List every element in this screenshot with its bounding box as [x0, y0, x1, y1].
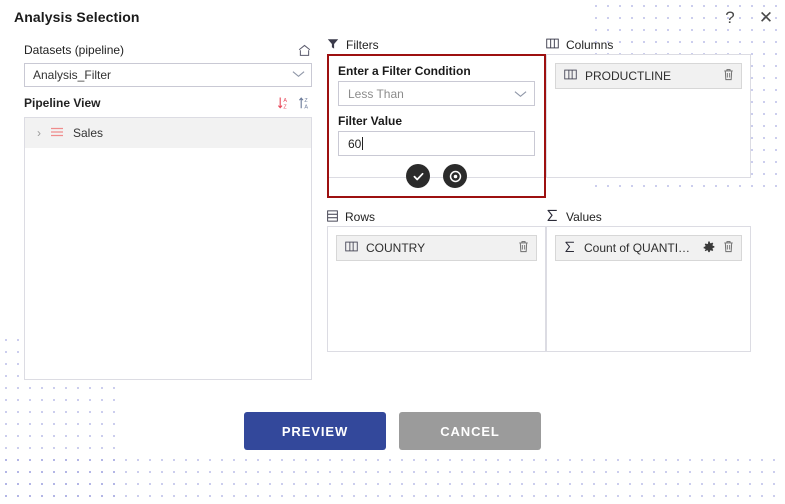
columns-heading: Columns	[546, 36, 751, 54]
svg-text:Z: Z	[304, 98, 308, 104]
sort-controls: A Z Z A	[277, 96, 312, 110]
expand-chevron-icon[interactable]: ›	[37, 127, 41, 139]
columns-body: PRODUCTLINE	[546, 54, 751, 178]
list-item-label: Count of QUANTITYOR...	[584, 241, 695, 255]
dataset-select[interactable]: Analysis_Filter	[24, 63, 312, 87]
list-lines-icon	[50, 126, 64, 141]
filters-body: Enter a Filter Condition Less Than Filte…	[327, 54, 546, 188]
svg-text:A: A	[304, 104, 308, 110]
dataset-select-value: Analysis_Filter	[33, 68, 112, 82]
pipeline-label-row: Pipeline View A Z Z A	[24, 93, 312, 113]
filters-heading-label: Filters	[346, 38, 379, 52]
funnel-icon	[327, 38, 339, 53]
chevron-down-icon	[292, 70, 305, 81]
values-heading-label: Values	[566, 210, 602, 224]
filter-value-input[interactable]: 60	[338, 131, 535, 156]
pipeline-view-tree: › Sales	[24, 117, 312, 380]
svg-text:Z: Z	[283, 104, 287, 110]
filters-panel: Filters Enter a Filter Condition Less Th…	[327, 36, 546, 188]
list-item[interactable]: COUNTRY	[336, 235, 537, 261]
check-circle-icon[interactable]	[406, 164, 430, 188]
home-icon[interactable]	[297, 43, 312, 58]
filter-condition-select[interactable]: Less Than	[338, 81, 535, 106]
close-circle-icon[interactable]	[443, 164, 467, 188]
dialog-footer: PREVIEW CANCEL	[0, 412, 785, 450]
sigma-icon	[564, 241, 576, 256]
table-rows-icon	[327, 209, 338, 225]
datasets-label-row: Datasets (pipeline)	[24, 40, 312, 60]
chevron-down-icon	[514, 87, 527, 101]
gear-icon[interactable]	[703, 241, 715, 256]
tree-item-label: Sales	[73, 126, 104, 140]
rows-heading: Rows	[327, 208, 546, 226]
preview-button[interactable]: PREVIEW	[244, 412, 386, 450]
columns-panel: Columns PRODUCTLINE	[546, 36, 751, 178]
page-title: Analysis Selection	[14, 9, 140, 25]
cancel-button[interactable]: CANCEL	[399, 412, 541, 450]
filter-value-text: 60	[348, 136, 362, 151]
filter-value-label: Filter Value	[338, 114, 403, 128]
sort-alpha-descending-icon[interactable]: Z A	[298, 96, 312, 110]
values-panel: Values Count of QUANTITYOR...	[546, 208, 751, 352]
columns-heading-label: Columns	[566, 38, 614, 52]
rows-body: COUNTRY	[327, 226, 546, 352]
datasets-label: Datasets (pipeline)	[24, 43, 125, 57]
rows-heading-label: Rows	[345, 210, 376, 224]
sigma-icon	[546, 209, 559, 225]
close-icon[interactable]: ✕	[757, 8, 775, 26]
trash-icon[interactable]	[518, 240, 529, 256]
window-controls: ? ✕	[721, 8, 775, 26]
table-columns-icon	[546, 38, 559, 52]
tree-item-sales[interactable]: › Sales	[25, 118, 311, 148]
pipeline-view-label: Pipeline View	[24, 96, 101, 110]
filters-heading: Filters	[327, 36, 546, 54]
analysis-selection-dialog: Analysis Selection ? ✕ Datasets (pipelin…	[0, 0, 785, 504]
column-icon	[564, 69, 577, 83]
filter-confirm-row	[338, 164, 535, 188]
list-item[interactable]: PRODUCTLINE	[555, 63, 742, 89]
values-heading: Values	[546, 208, 751, 226]
column-icon	[345, 241, 358, 255]
rows-panel: Rows COUNTRY	[327, 208, 546, 352]
trash-icon[interactable]	[723, 68, 734, 84]
sort-alpha-ascending-icon[interactable]: A Z	[277, 96, 291, 110]
values-body: Count of QUANTITYOR...	[546, 226, 751, 352]
text-cursor	[362, 136, 364, 150]
trash-icon[interactable]	[723, 240, 734, 256]
svg-text:A: A	[283, 98, 287, 104]
filter-condition-value: Less Than	[348, 86, 404, 101]
list-item[interactable]: Count of QUANTITYOR...	[555, 235, 742, 261]
list-item-label: PRODUCTLINE	[585, 69, 672, 83]
list-item-label: COUNTRY	[366, 241, 426, 255]
datasets-panel: Datasets (pipeline) Analysis_Filter Pipe…	[24, 40, 312, 380]
filter-condition-label: Enter a Filter Condition	[338, 64, 471, 78]
help-icon[interactable]: ?	[721, 8, 739, 26]
